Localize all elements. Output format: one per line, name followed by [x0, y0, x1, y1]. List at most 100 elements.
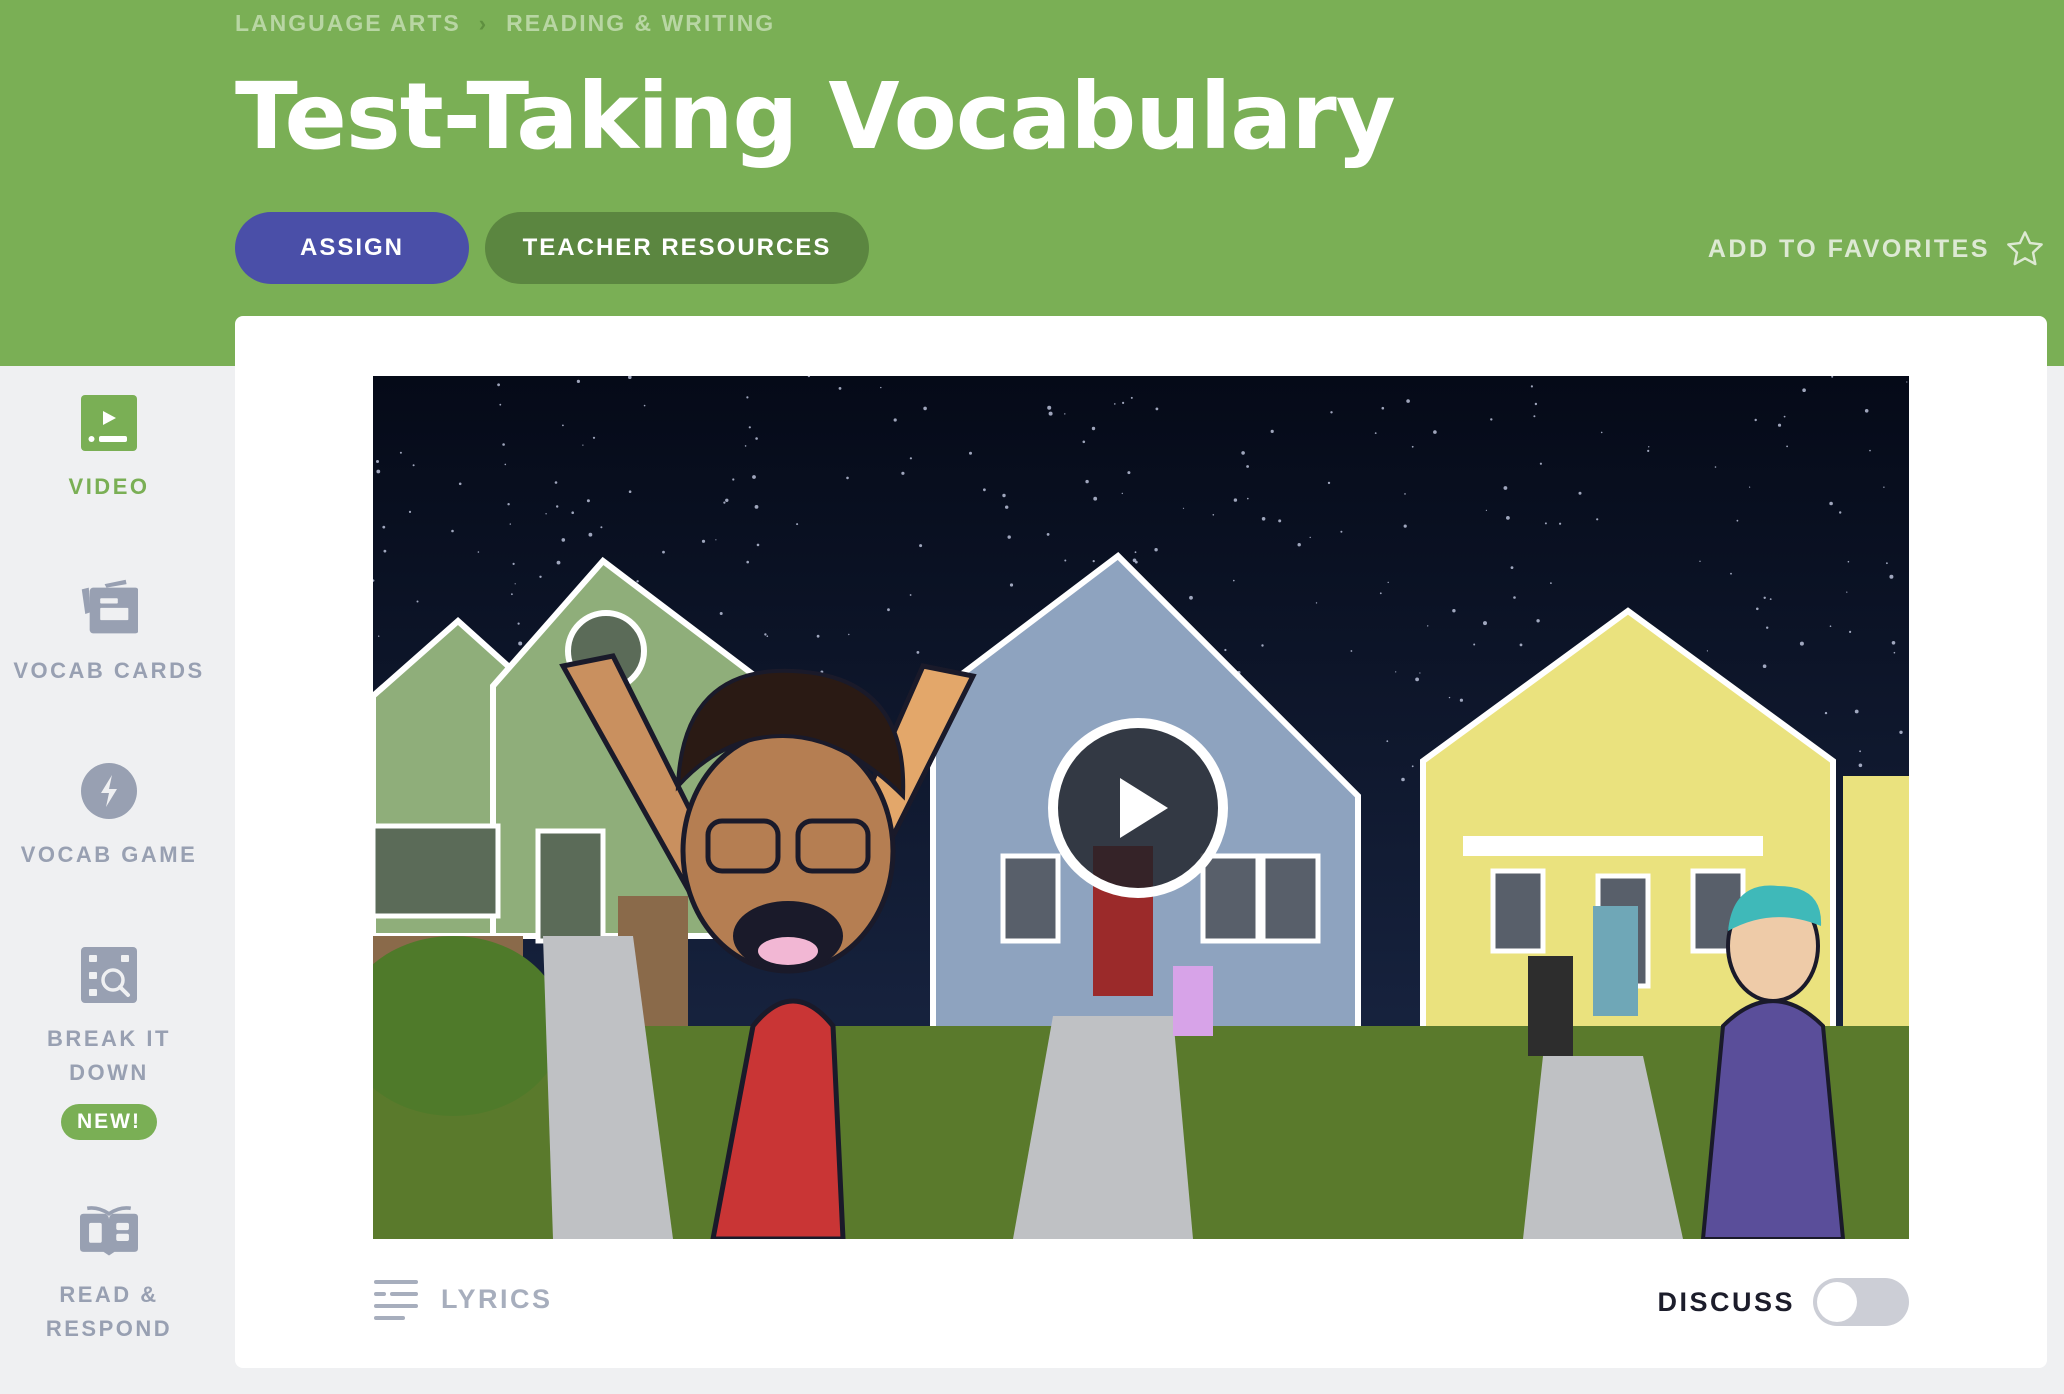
star — [1906, 381, 1908, 383]
star — [723, 501, 726, 504]
star — [416, 600, 419, 603]
star — [545, 513, 547, 515]
star — [408, 510, 412, 513]
star — [514, 583, 516, 585]
star — [1433, 430, 1437, 434]
chevron-right-icon: › — [478, 10, 489, 36]
star — [643, 404, 646, 407]
assign-button[interactable]: ASSIGN — [235, 212, 469, 284]
star — [1749, 486, 1751, 488]
star — [517, 622, 520, 625]
lyrics-button[interactable]: LYRICS — [373, 1278, 553, 1320]
star — [1483, 621, 1487, 626]
star — [1379, 592, 1382, 595]
play-button[interactable] — [1048, 718, 1228, 898]
book-icon — [80, 1202, 138, 1260]
star — [1763, 596, 1766, 599]
star — [1533, 415, 1536, 418]
lightning-icon — [80, 762, 138, 820]
star — [509, 523, 511, 525]
sidebar-item-video[interactable]: VIDEO — [0, 394, 218, 504]
play-icon — [1120, 778, 1168, 838]
sidebar-item-vocab-game[interactable]: VOCAB GAME — [0, 762, 218, 872]
new-badge: NEW! — [61, 1104, 157, 1140]
discuss-toggle[interactable] — [1813, 1278, 1909, 1326]
star — [378, 635, 380, 637]
star — [969, 451, 972, 455]
star — [1189, 595, 1193, 600]
star — [1130, 396, 1133, 399]
star — [1536, 619, 1540, 623]
toggle-knob — [1817, 1282, 1857, 1322]
sidebar-item-break-it-down[interactable]: BREAK IT DOWN NEW! — [0, 946, 218, 1140]
sidebar-item-vocab-cards[interactable]: VOCAB CARDS — [0, 578, 218, 688]
star — [399, 451, 402, 454]
star — [1047, 405, 1052, 410]
star — [1395, 671, 1397, 673]
video-player[interactable] — [373, 376, 1909, 1239]
star — [556, 505, 559, 508]
star — [662, 550, 665, 554]
star — [1415, 677, 1419, 682]
star — [909, 594, 912, 596]
star — [1092, 560, 1095, 563]
star — [1007, 535, 1011, 539]
star — [507, 503, 510, 506]
star — [725, 498, 729, 502]
star — [848, 633, 850, 636]
star — [1427, 625, 1429, 627]
star — [1859, 750, 1861, 753]
star — [1381, 406, 1385, 410]
star — [880, 386, 882, 389]
star — [1490, 418, 1493, 421]
star — [983, 488, 986, 492]
star — [766, 635, 769, 637]
vocab-cards-icon — [80, 578, 138, 636]
star — [909, 457, 913, 460]
star — [838, 387, 842, 390]
star — [592, 436, 596, 439]
star — [1510, 566, 1514, 569]
star — [1762, 664, 1767, 668]
star — [1550, 582, 1552, 584]
star — [451, 529, 454, 533]
star — [376, 469, 381, 474]
star — [1473, 643, 1476, 646]
star — [1485, 509, 1487, 511]
star — [1889, 574, 1894, 579]
star — [512, 562, 515, 565]
star — [1134, 560, 1138, 564]
star — [919, 544, 923, 548]
star — [1847, 560, 1850, 563]
breadcrumb-reading-writing[interactable]: READING & WRITING — [506, 10, 775, 37]
star — [499, 403, 502, 406]
star — [755, 437, 758, 440]
star — [1155, 407, 1159, 411]
star — [1829, 501, 1833, 506]
star — [748, 426, 751, 429]
sidebar-item-read-respond[interactable]: READ & RESPOND — [0, 1202, 218, 1346]
star — [1647, 449, 1650, 452]
star — [556, 560, 561, 565]
add-to-favorites-button[interactable]: ADD TO FAVORITES — [1708, 228, 2046, 270]
star — [1387, 581, 1389, 584]
star — [1002, 493, 1006, 498]
star — [1883, 486, 1885, 488]
star — [1212, 514, 1215, 516]
star — [1513, 596, 1516, 599]
sidebar-item-label: VOCAB GAME — [20, 842, 198, 867]
star — [1846, 591, 1848, 593]
teacher-resources-button[interactable]: TEACHER RESOURCES — [485, 212, 869, 284]
star — [1648, 446, 1650, 448]
break-it-down-icon — [80, 946, 138, 1004]
star — [1596, 518, 1599, 521]
star — [628, 490, 632, 493]
star — [1756, 607, 1759, 611]
star — [1786, 445, 1788, 448]
star — [376, 460, 379, 463]
breadcrumb-language-arts[interactable]: LANGUAGE ARTS — [235, 10, 461, 37]
star — [1411, 445, 1414, 448]
star — [1154, 548, 1158, 552]
star — [1849, 630, 1852, 633]
star — [539, 575, 542, 578]
